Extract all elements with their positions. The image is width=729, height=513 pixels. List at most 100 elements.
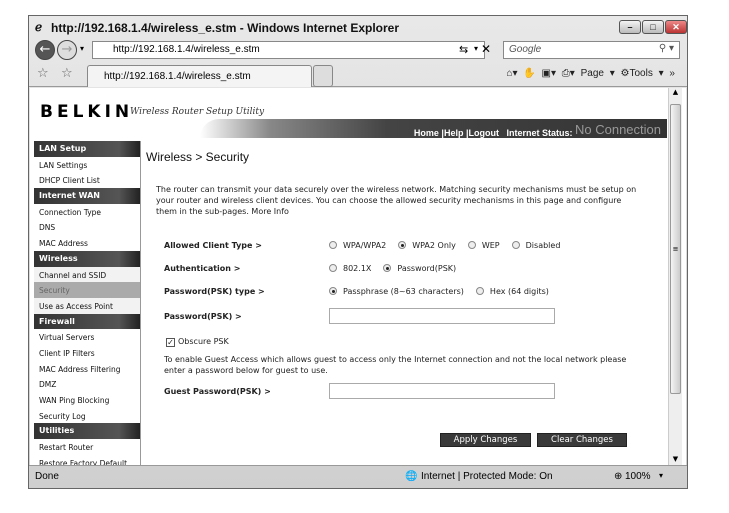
authentication-label: Authentication > (164, 264, 241, 273)
tab-current[interactable]: http://192.168.1.4/wireless_e.stm (87, 65, 312, 87)
back-button[interactable]: ← (35, 40, 55, 60)
sidebar-item[interactable]: Security (34, 282, 141, 298)
navigation-bar: ← → ▾ http://192.168.1.4/wireless_e.stm … (29, 39, 687, 61)
sidebar-item[interactable]: DMZ (34, 376, 141, 392)
header-links[interactable]: Home |Help |Logout (414, 128, 499, 138)
psk-input[interactable] (329, 308, 555, 324)
refresh-icon[interactable]: ⇆ (459, 43, 468, 56)
search-icon[interactable]: ⚲ ▾ (659, 43, 674, 54)
page-content: BELKIN Wireless Router Setup Utility Hom… (30, 88, 686, 465)
allowed-client-type-radio[interactable] (398, 241, 407, 249)
print-icon[interactable]: ⎙▾ (562, 68, 575, 79)
sidebar: LAN Setup LAN Settings DHCP Client List Int… (34, 141, 141, 465)
browser-window: ℯ http://192.168.1.4/wireless_e.stm - Wi… (28, 15, 688, 489)
allowed-client-type-radio-option[interactable]: WEP (467, 241, 500, 250)
sidebar-item[interactable]: Connection Type (34, 203, 141, 220)
maximize-button[interactable]: □ (642, 20, 664, 34)
sidebar-item[interactable]: MAC Address Filtering (34, 360, 141, 377)
authentication-radio[interactable] (383, 264, 392, 272)
history-dropdown-icon[interactable]: ▾ (80, 44, 84, 53)
address-dropdown-icon[interactable]: ▾ (474, 44, 478, 53)
security-zone[interactable]: Internet | Protected Mode: On (421, 471, 553, 482)
tagline: Wireless Router Setup Utility (130, 107, 265, 117)
feeds-icon[interactable]: ▣▾ (542, 68, 556, 79)
tools-gear-icon: ⚙ (620, 68, 630, 79)
psk-type-radio[interactable] (329, 287, 337, 295)
allowed-client-type-radio-label: Disabled (525, 241, 561, 250)
page-menu[interactable]: Page ▾ (581, 68, 615, 79)
scroll-up-icon[interactable]: ▲ (669, 88, 682, 96)
vertical-scrollbar[interactable]: ▲ ≡ ▼ (668, 88, 682, 465)
scrollbar-thumb[interactable]: ≡ (670, 104, 681, 394)
sidebar-item[interactable]: DHCP Client List (34, 172, 141, 189)
zoom-level[interactable]: 100% (625, 471, 651, 482)
obscure-psk-checkbox-row[interactable]: ✓ Obscure PSK (166, 337, 229, 347)
psk-type-radio-option[interactable]: Passphrase (8~63 characters) (329, 287, 464, 296)
main-panel: Wireless > Security The router can trans… (146, 141, 666, 465)
guest-psk-input[interactable] (329, 383, 555, 399)
sidebar-item[interactable]: MAC Address (34, 235, 141, 251)
allowed-client-type-radio-label: WPA/WPA2 (343, 241, 387, 250)
obscure-psk-label: Obscure PSK (178, 337, 229, 346)
allowed-client-type-radio[interactable] (511, 241, 520, 249)
tools-menu[interactable]: Tools ▾ (630, 68, 664, 79)
stop-icon[interactable]: ✕ (481, 42, 491, 56)
sidebar-item[interactable]: Virtual Servers (34, 329, 141, 345)
more-info-link[interactable]: More Info (251, 207, 289, 216)
authentication-radio-option[interactable]: Password(PSK) (383, 264, 456, 273)
ie-icon: ℯ (35, 20, 43, 34)
sidebar-item[interactable]: Client IP Filters (34, 344, 141, 361)
authentication-group: 802.1X Password(PSK) (329, 264, 468, 273)
obscure-psk-checkbox[interactable]: ✓ (166, 338, 175, 347)
forward-button[interactable]: → (57, 40, 77, 60)
zoom-dropdown-icon[interactable]: ▾ (659, 471, 663, 480)
add-favorites-icon[interactable]: ☆ (61, 66, 73, 81)
allowed-client-type-radio-option[interactable]: WPA2 Only (398, 241, 456, 250)
window-title: http://192.168.1.4/wireless_e.stm - Wind… (51, 21, 400, 35)
close-button[interactable]: ✕ (665, 20, 687, 34)
allowed-client-type-radio[interactable] (467, 241, 476, 249)
search-input[interactable]: Google ⚲ ▾ (503, 41, 680, 59)
intro-text: The router can transmit your data secure… (156, 184, 641, 217)
authentication-radio-label: Password(PSK) (397, 264, 457, 273)
zoom-icon: ⊕ (614, 471, 623, 482)
tab-label: http://192.168.1.4/wireless_e.stm (104, 71, 251, 82)
title-bar: ℯ http://192.168.1.4/wireless_e.stm - Wi… (29, 16, 687, 39)
sidebar-item[interactable]: Restore Factory Default (34, 454, 141, 465)
home-icon[interactable]: ⌂▾ (506, 68, 517, 79)
sidebar-item[interactable]: LAN Settings (34, 156, 141, 173)
sidebar-item[interactable]: Restart Router (34, 439, 141, 455)
new-tab-button[interactable] (313, 65, 333, 87)
apply-changes-button[interactable]: Apply Changes (440, 433, 531, 447)
belkin-logo: BELKIN (40, 102, 134, 122)
allowed-client-type-radio-label: WEP (481, 241, 500, 250)
sidebar-item[interactable]: Security Log (34, 407, 141, 424)
search-placeholder: Google (509, 44, 542, 55)
authentication-radio[interactable] (329, 264, 337, 272)
intro-body: The router can transmit your data secure… (156, 185, 637, 216)
status-text: Done (35, 471, 59, 482)
sidebar-item[interactable]: WAN Ping Blocking (34, 392, 141, 408)
scroll-down-icon[interactable]: ▼ (669, 455, 682, 463)
sidebar-item[interactable]: Use as Access Point (34, 297, 141, 314)
sidebar-section-header: Internet WAN (34, 188, 141, 204)
psk-type-radio[interactable] (475, 287, 484, 295)
sidebar-item[interactable]: Channel and SSID (34, 266, 141, 283)
authentication-radio-option[interactable]: 802.1X (329, 264, 371, 273)
sidebar-item[interactable]: DNS (34, 219, 141, 236)
sidebar-section-header: Firewall (34, 313, 141, 330)
guest-psk-label: Guest Password(PSK) > (164, 387, 271, 396)
allowed-client-type-radio-label: WPA2 Only (412, 241, 456, 250)
minimize-button[interactable]: – (619, 20, 641, 34)
allowed-client-type-group: WPA/WPA2 WPA2 Only WEP Disabled (329, 241, 572, 250)
psk-type-radio-option[interactable]: Hex (64 digits) (475, 287, 549, 296)
favorites-star-icon[interactable]: ☆ (37, 66, 49, 81)
research-icon[interactable]: ✋ (523, 68, 535, 79)
clear-changes-button[interactable]: Clear Changes (537, 433, 627, 447)
allowed-client-type-radio-option[interactable]: Disabled (511, 241, 561, 250)
psk-type-radio-label: Hex (64 digits) (489, 287, 549, 296)
allowed-client-type-radio[interactable] (329, 241, 337, 249)
header-band: Home |Help |Logout Internet Status: No C… (200, 119, 667, 138)
address-bar[interactable]: http://192.168.1.4/wireless_e.stm ▾ (92, 41, 485, 59)
allowed-client-type-radio-option[interactable]: WPA/WPA2 (329, 241, 386, 250)
